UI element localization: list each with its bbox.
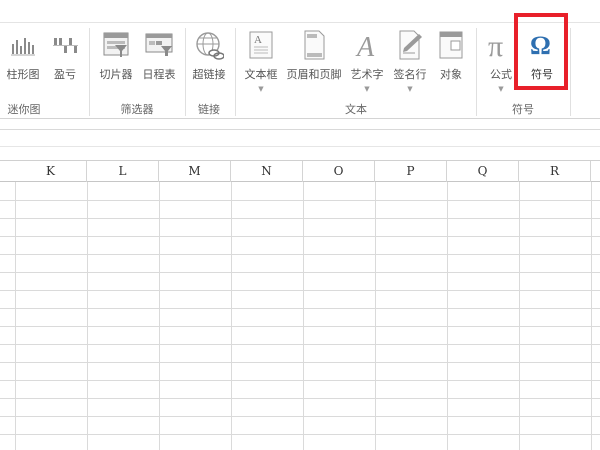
column-header-o[interactable]: O — [303, 161, 375, 182]
grid-column-line — [519, 182, 520, 450]
object-button[interactable]: 对象 — [432, 28, 470, 90]
wordart-icon: A — [355, 32, 375, 63]
svg-text:A: A — [254, 34, 262, 46]
hyperlink-icon — [196, 32, 224, 60]
column-header-r[interactable]: R — [519, 161, 591, 182]
ribbon-divider — [0, 22, 600, 23]
grid-row-line — [0, 308, 600, 309]
svg-text:π: π — [488, 30, 503, 63]
header-footer-icon — [304, 30, 325, 60]
formula-bar-top-border — [0, 129, 600, 130]
formula-bar-bottom-border — [0, 146, 600, 147]
grid-column-line — [87, 182, 88, 450]
textbox-button[interactable]: A 文本框 ▼ — [240, 28, 282, 93]
signature-line-label: 签名行 — [393, 68, 427, 81]
worksheet-grid[interactable]: K L M N O P Q R — [0, 160, 600, 450]
header-footer-button[interactable]: 页眉和页脚 — [283, 28, 345, 90]
timeline-label: 日程表 — [142, 68, 176, 81]
grid-column-line — [231, 182, 232, 450]
group-label-links: 链接 — [198, 103, 220, 116]
group-separator — [185, 28, 186, 116]
grid-row-line — [0, 344, 600, 345]
column-header-m[interactable]: M — [159, 161, 231, 182]
grid-row-line — [0, 290, 600, 291]
group-separator — [89, 28, 90, 116]
grid-row-line — [0, 254, 600, 255]
textbox-dropdown-icon[interactable]: ▼ — [240, 85, 282, 93]
object-label: 对象 — [440, 68, 462, 81]
column-sparkline-button[interactable]: 柱形图 — [2, 28, 44, 90]
group-label-text: 文本 — [345, 103, 367, 116]
wordart-button[interactable]: A 艺术字 ▼ — [346, 28, 388, 93]
win-loss-sparkline-icon — [53, 38, 78, 53]
group-separator — [570, 28, 571, 116]
grid-row-line — [0, 236, 600, 237]
grid-row-line — [0, 200, 600, 201]
hyperlink-label: 超链接 — [192, 68, 226, 81]
group-separator — [235, 28, 236, 116]
signature-line-button[interactable]: 签名行 ▼ — [389, 28, 431, 93]
equation-icon: π — [488, 30, 503, 63]
grid-column-line — [15, 182, 16, 450]
grid-row-line — [0, 380, 600, 381]
column-header-row: K L M N O P Q R — [0, 160, 600, 182]
grid-row-line — [0, 416, 600, 417]
symbol-highlight-box — [514, 13, 568, 90]
grid-row-line — [0, 326, 600, 327]
signature-line-dropdown-icon[interactable]: ▼ — [389, 85, 431, 93]
group-label-symbols: 符号 — [512, 103, 534, 116]
grid-column-line — [375, 182, 376, 450]
column-header-n[interactable]: N — [231, 161, 303, 182]
grid-row-line — [0, 434, 600, 435]
group-label-sparklines: 迷你图 — [7, 103, 41, 116]
column-header-p[interactable]: P — [375, 161, 447, 182]
signature-line-icon — [399, 30, 422, 60]
group-separator — [476, 28, 477, 116]
wordart-dropdown-icon[interactable]: ▼ — [346, 85, 388, 93]
grid-row-line — [0, 362, 600, 363]
column-sparkline-icon — [11, 38, 35, 56]
grid-row-line — [0, 218, 600, 219]
column-header-k[interactable]: K — [15, 161, 87, 182]
grid-row-line — [0, 398, 600, 399]
timeline-icon — [145, 33, 173, 56]
slicer-label: 切片器 — [99, 68, 133, 81]
object-icon — [439, 31, 463, 59]
timeline-button[interactable]: 日程表 — [139, 28, 179, 90]
svg-text:A: A — [355, 32, 375, 63]
win-loss-sparkline-label: 盈亏 — [54, 68, 76, 81]
wordart-label: 艺术字 — [350, 68, 384, 81]
insert-ribbon: 柱形图 盈亏 迷你图 切片器 日程表 筛选器 超链接 链接 A 文本框 ▼ 页眉… — [0, 0, 600, 119]
slicer-icon — [103, 32, 129, 57]
group-label-filters: 筛选器 — [120, 103, 154, 116]
grid-column-line — [303, 182, 304, 450]
win-loss-sparkline-button[interactable]: 盈亏 — [48, 28, 82, 90]
textbox-icon: A — [249, 31, 273, 59]
grid-column-line — [447, 182, 448, 450]
grid-row-line — [0, 272, 600, 273]
column-header-l[interactable]: L — [87, 161, 159, 182]
column-sparkline-label: 柱形图 — [6, 68, 40, 81]
header-footer-label: 页眉和页脚 — [286, 68, 342, 81]
grid-column-line — [591, 182, 592, 450]
textbox-label: 文本框 — [244, 68, 278, 81]
column-header-q[interactable]: Q — [447, 161, 519, 182]
hyperlink-button[interactable]: 超链接 — [188, 28, 230, 90]
grid-column-line — [159, 182, 160, 450]
slicer-button[interactable]: 切片器 — [94, 28, 138, 90]
